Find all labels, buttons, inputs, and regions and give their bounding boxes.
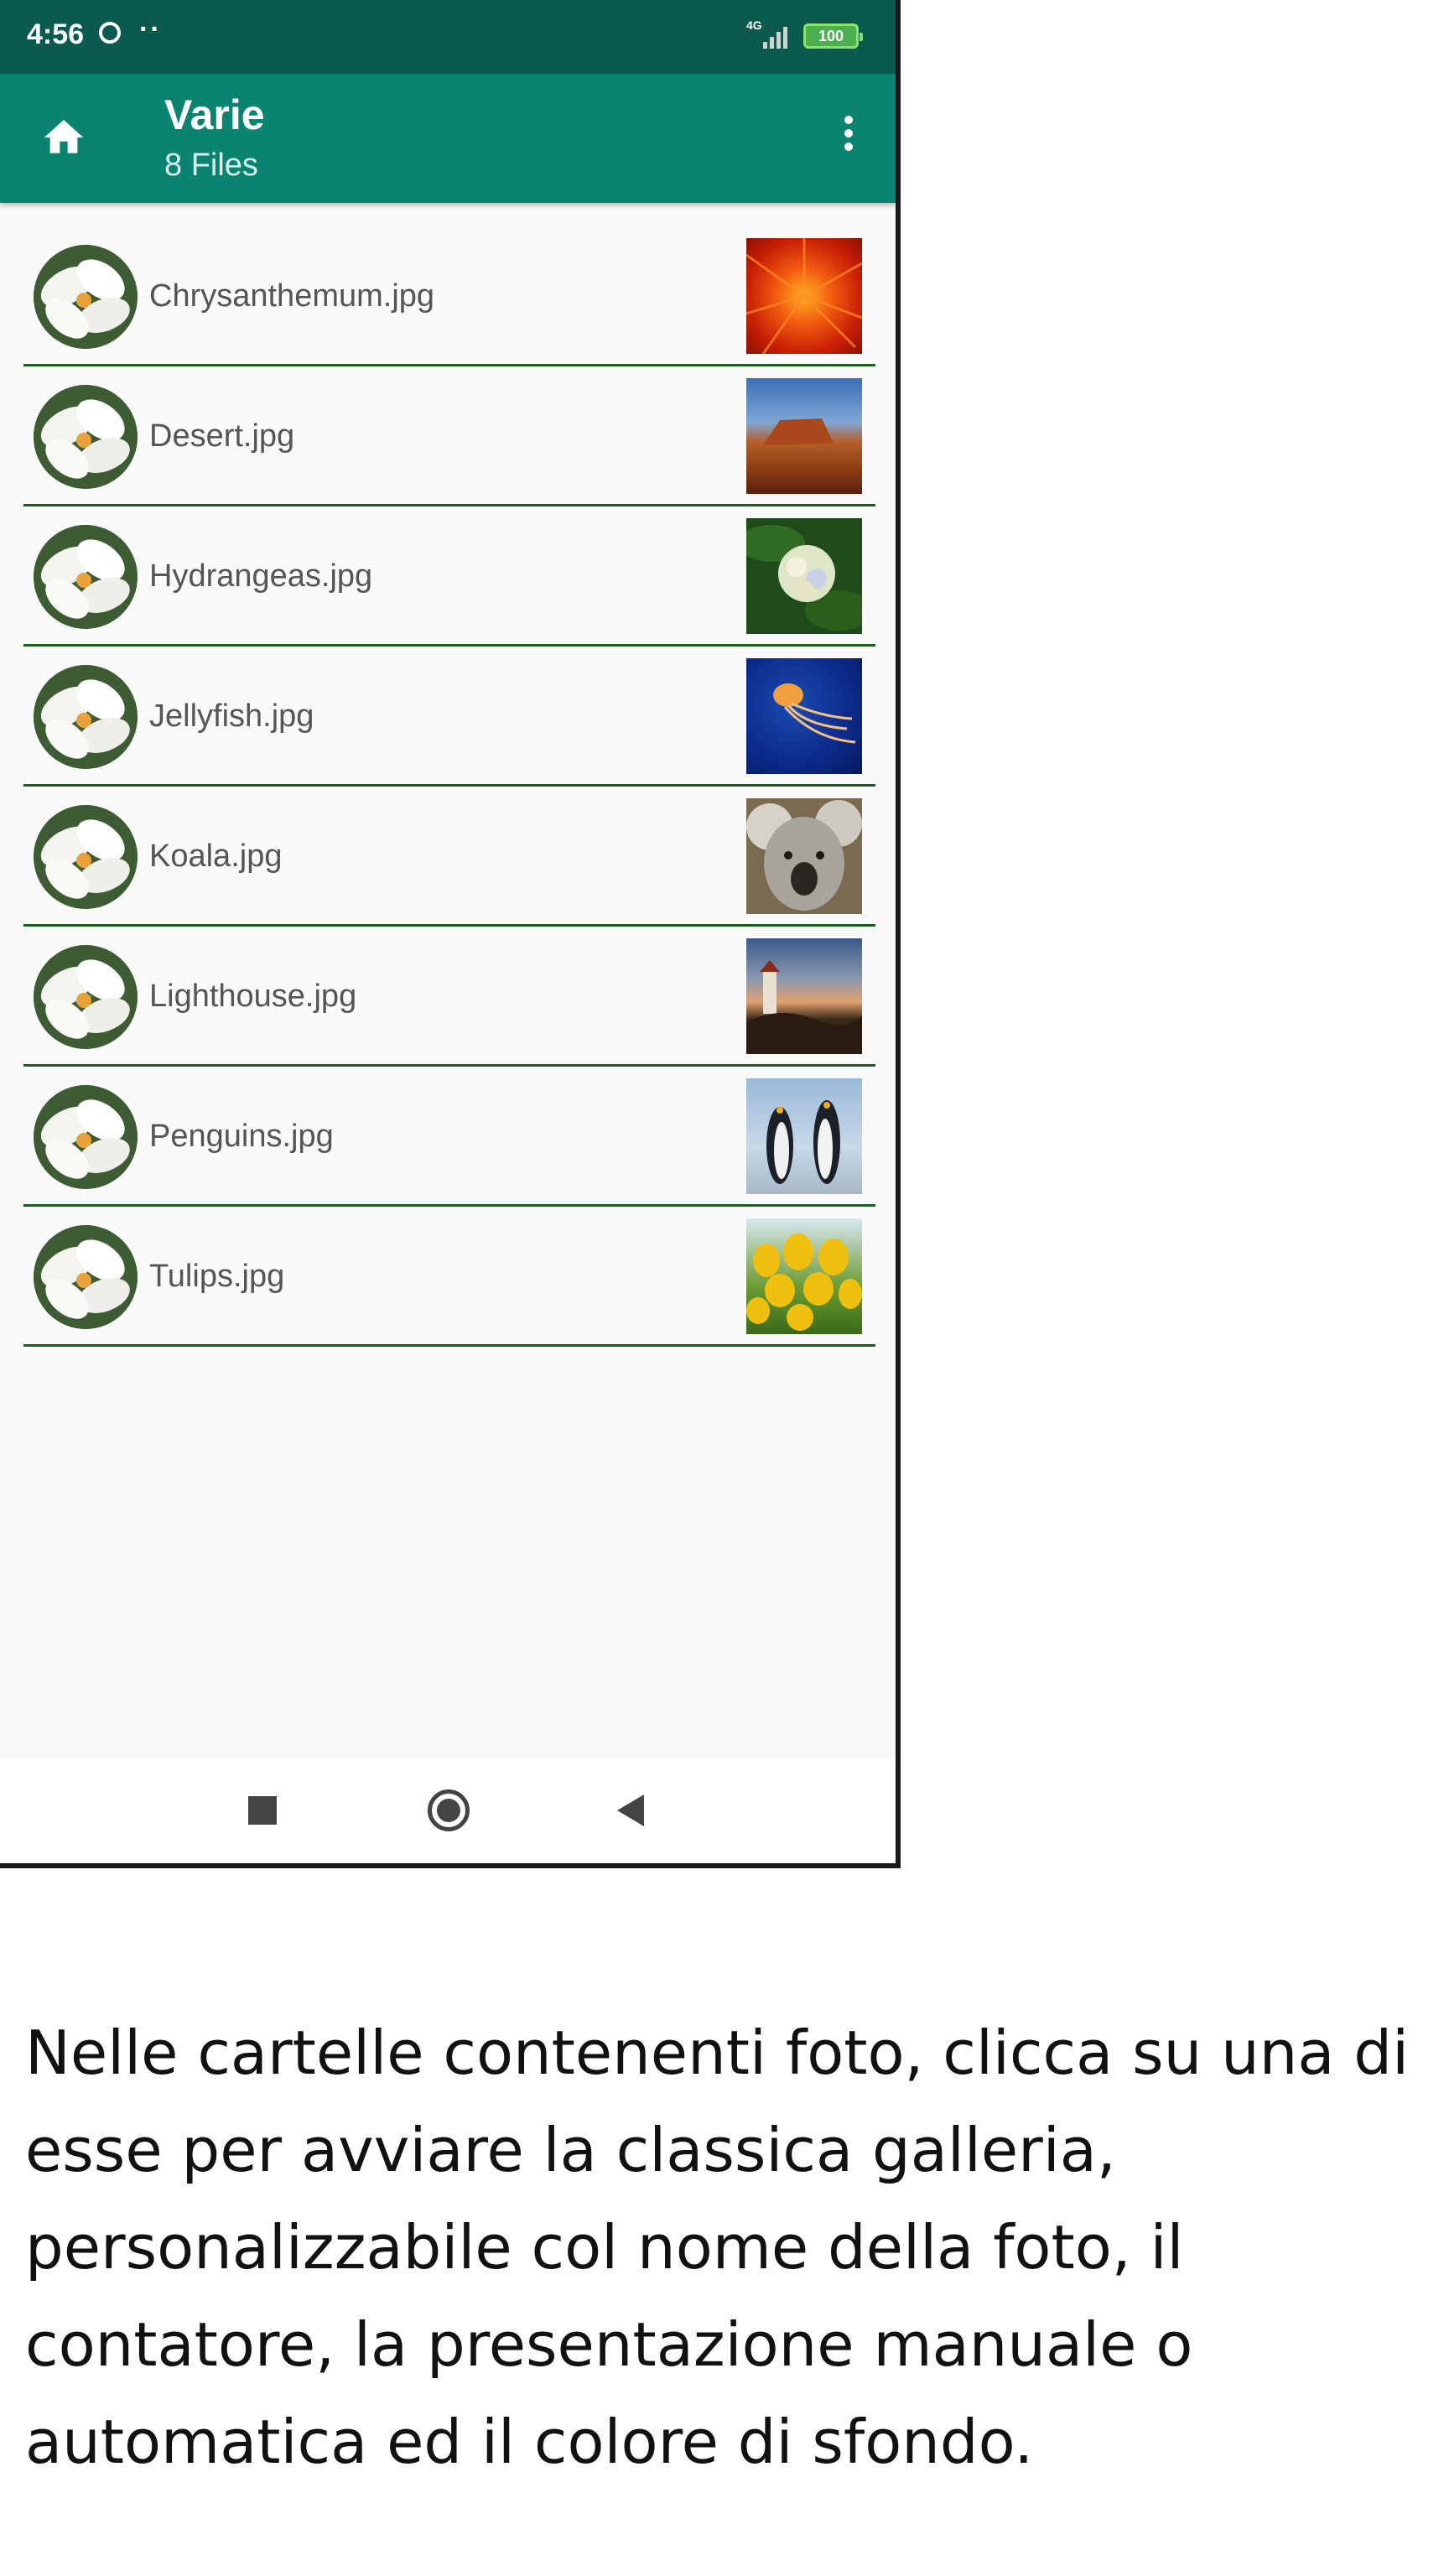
home-icon[interactable] bbox=[40, 114, 87, 161]
flower-avatar-icon bbox=[34, 1225, 138, 1329]
phone-screen: 4:56 ·· 4G 100 Varie 8 Files Chrysanthem… bbox=[0, 0, 901, 1868]
file-name: Desert.jpg bbox=[149, 418, 295, 454]
flower-avatar-icon bbox=[34, 945, 138, 1049]
file-name: Hydrangeas.jpg bbox=[149, 558, 373, 594]
photo-thumbnail bbox=[746, 798, 862, 914]
file-count: 8 Files bbox=[164, 148, 258, 183]
flower-avatar-icon bbox=[34, 385, 138, 489]
signal-icon bbox=[763, 27, 787, 49]
caption-text: Nelle cartelle contenenti foto, clicca s… bbox=[25, 2018, 1410, 2477]
app-bar: Varie 8 Files bbox=[0, 74, 896, 203]
file-name: Koala.jpg bbox=[149, 839, 283, 874]
flower-avatar-icon bbox=[34, 805, 138, 909]
list-item[interactable]: Desert.jpg bbox=[23, 366, 875, 506]
sync-icon bbox=[99, 22, 121, 44]
photo-thumbnail bbox=[746, 658, 862, 774]
file-name: Tulips.jpg bbox=[149, 1259, 285, 1294]
file-name: Penguins.jpg bbox=[149, 1119, 334, 1154]
flower-avatar-icon bbox=[34, 665, 138, 769]
back-triangle-icon[interactable] bbox=[617, 1794, 644, 1826]
notification-dots: ·· bbox=[139, 13, 162, 45]
flower-avatar-icon bbox=[34, 245, 138, 349]
photo-thumbnail bbox=[746, 518, 862, 634]
battery-icon: 100 bbox=[803, 23, 863, 49]
photo-thumbnail bbox=[746, 238, 862, 354]
file-name: Jellyfish.jpg bbox=[149, 699, 314, 734]
list-item[interactable]: Tulips.jpg bbox=[23, 1207, 875, 1347]
list-item[interactable]: Jellyfish.jpg bbox=[23, 647, 875, 787]
flower-avatar-icon bbox=[34, 525, 138, 629]
system-nav-bar bbox=[0, 1759, 896, 1863]
status-time: 4:56 bbox=[27, 18, 85, 50]
status-bar: 4:56 ·· 4G 100 bbox=[0, 0, 896, 74]
more-vert-icon[interactable] bbox=[830, 111, 867, 166]
home-circle-icon[interactable] bbox=[428, 1789, 470, 1831]
list-item[interactable]: Lighthouse.jpg bbox=[23, 927, 875, 1067]
list-item[interactable]: Hydrangeas.jpg bbox=[23, 506, 875, 647]
list-item[interactable]: Penguins.jpg bbox=[23, 1067, 875, 1207]
file-name: Chrysanthemum.jpg bbox=[149, 278, 435, 314]
photo-thumbnail bbox=[746, 938, 862, 1054]
page-title: Varie bbox=[164, 91, 265, 138]
photo-thumbnail bbox=[746, 1078, 862, 1194]
file-name: Lighthouse.jpg bbox=[149, 979, 357, 1014]
list-item[interactable]: Chrysanthemum.jpg bbox=[23, 226, 875, 366]
photo-thumbnail bbox=[746, 378, 862, 494]
list-item[interactable]: Koala.jpg bbox=[23, 787, 875, 927]
recent-apps-icon[interactable] bbox=[248, 1796, 277, 1825]
file-list: Chrysanthemum.jpg Desert.jpg Hydrangeas.… bbox=[23, 226, 875, 1347]
photo-thumbnail bbox=[746, 1218, 862, 1334]
flower-avatar-icon bbox=[34, 1085, 138, 1189]
